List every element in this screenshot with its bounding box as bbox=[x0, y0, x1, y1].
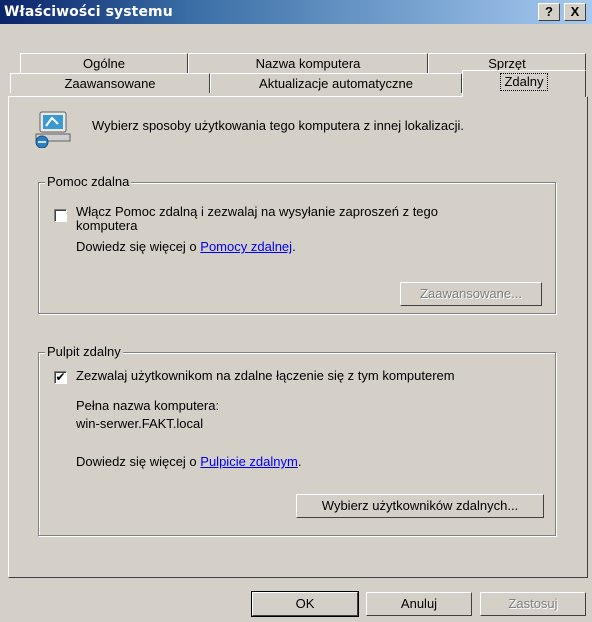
remote-computer-icon bbox=[35, 111, 71, 148]
help-button[interactable]: ? bbox=[538, 3, 560, 21]
advanced-assistance-button[interactable]: Zaawansowane... bbox=[400, 282, 542, 306]
full-computer-name-value: win-serwer.FAKT.local bbox=[76, 416, 204, 431]
tab-general-label: Ogólne bbox=[83, 56, 125, 71]
enable-remote-assistance-label-line1[interactable]: Włącz Pomoc zdalną i zezwalaj na wysyłan… bbox=[76, 204, 438, 219]
tab-hardware-label: Sprzęt bbox=[488, 56, 526, 71]
apply-button[interactable]: Zastosuj bbox=[480, 592, 586, 616]
select-remote-users-button[interactable]: Wybierz użytkowników zdalnych... bbox=[296, 494, 544, 518]
remote-desktop-legend: Pulpit zdalny bbox=[45, 344, 123, 359]
desktop-learn-more: Dowiedz się więcej o Pulpicie zdalnym. bbox=[76, 454, 301, 469]
assistance-learn-prefix: Dowiedz się więcej o bbox=[76, 239, 201, 254]
remote-assistance-legend: Pomoc zdalna bbox=[45, 174, 132, 189]
intro-text: Wybierz sposoby użytkowania tego kompute… bbox=[92, 118, 465, 133]
tab-advanced[interactable]: Zaawansowane bbox=[10, 73, 210, 93]
tab-computer-name[interactable]: Nazwa komputera bbox=[188, 53, 428, 73]
assistance-learn-suffix: . bbox=[292, 239, 296, 254]
desktop-learn-prefix: Dowiedz się więcej o bbox=[76, 454, 201, 469]
tab-automatic-updates-label: Aktualizacje automatyczne bbox=[259, 76, 413, 91]
cancel-button[interactable]: Anuluj bbox=[366, 592, 472, 616]
desktop-learn-link[interactable]: Pulpicie zdalnym bbox=[200, 454, 298, 469]
allow-remote-desktop-checkbox[interactable]: ✔ bbox=[54, 371, 67, 384]
close-button[interactable]: X bbox=[564, 3, 586, 21]
ok-button[interactable]: OK bbox=[251, 591, 359, 617]
allow-remote-desktop-label[interactable]: Zezwalaj użytkownikom na zdalne łączenie… bbox=[76, 368, 455, 383]
tab-general[interactable]: Ogólne bbox=[20, 53, 188, 73]
enable-remote-assistance-checkbox[interactable] bbox=[54, 209, 67, 222]
tab-remote-label: Zdalny bbox=[500, 73, 548, 91]
assistance-learn-more: Dowiedz się więcej o Pomocy zdalnej. bbox=[76, 239, 296, 254]
window-title: Właściwości systemu bbox=[4, 4, 173, 20]
tab-computer-name-label: Nazwa komputera bbox=[255, 56, 361, 71]
desktop-learn-suffix: . bbox=[297, 454, 302, 469]
assistance-learn-link[interactable]: Pomocy zdalnej bbox=[200, 239, 292, 254]
tab-advanced-label: Zaawansowane bbox=[64, 76, 156, 91]
tab-automatic-updates[interactable]: Aktualizacje automatyczne bbox=[210, 73, 462, 93]
title-bar: Właściwości systemu ? X bbox=[0, 0, 592, 24]
tab-remote[interactable]: Zdalny bbox=[462, 70, 586, 97]
enable-remote-assistance-label-line2[interactable]: komputera bbox=[76, 218, 137, 233]
full-computer-name-label: Pełna nazwa komputera: bbox=[76, 398, 220, 413]
